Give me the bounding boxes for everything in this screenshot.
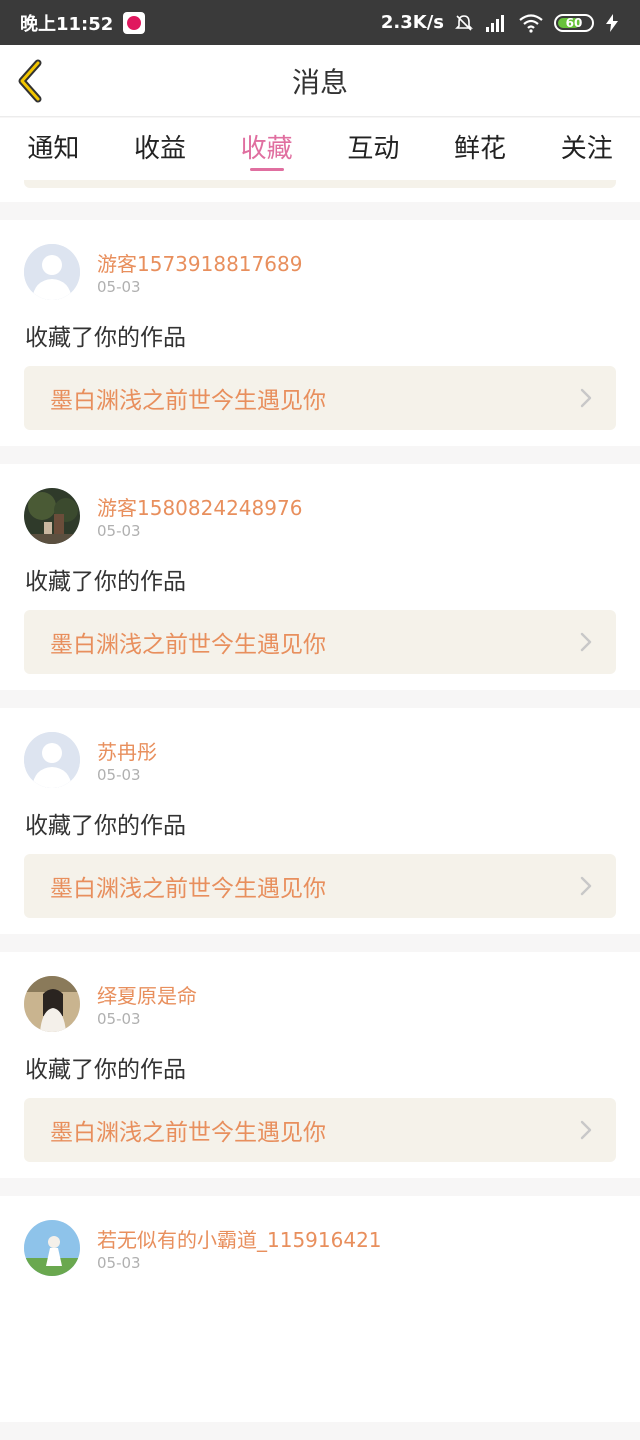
message-card: 游客1580824248976 05-03 收藏了你的作品 墨白渊浅之前世今生遇…: [0, 464, 640, 690]
message-date: 05-03: [97, 766, 141, 784]
message-card: 若无似有的小霸道_115916421 05-03: [0, 1196, 640, 1422]
battery-level: 60: [565, 15, 583, 30]
status-bar: 晚上11:52 2.3K/s 60: [0, 0, 640, 45]
back-arrow-icon[interactable]: [14, 59, 50, 103]
photo-avatar: [24, 976, 80, 1032]
message-list: 游客1573918817689 05-03 收藏了你的作品 墨白渊浅之前世今生遇…: [0, 220, 640, 1440]
tab-interactions[interactable]: 互动: [320, 118, 427, 165]
default-avatar-icon: [24, 732, 80, 788]
work-title: 墨白渊浅之前世今生遇见你: [50, 632, 326, 658]
work-link[interactable]: 墨白渊浅之前世今生遇见你: [24, 610, 616, 674]
work-title: 墨白渊浅之前世今生遇见你: [50, 388, 326, 414]
message-card: 绎夏原是命 05-03 收藏了你的作品 墨白渊浅之前世今生遇见你: [0, 952, 640, 1178]
network-speed: 2.3K/s: [380, 12, 444, 33]
work-link[interactable]: 墨白渊浅之前世今生遇见你: [24, 366, 616, 430]
tab-follows[interactable]: 关注: [533, 118, 640, 165]
tab-notifications[interactable]: 通知: [0, 118, 107, 165]
avatar[interactable]: [24, 1220, 80, 1276]
chevron-right-icon: [580, 1120, 592, 1140]
work-title: 墨白渊浅之前世今生遇见你: [50, 1120, 326, 1146]
app-notification-icon: [123, 11, 146, 34]
message-date: 05-03: [97, 1254, 141, 1272]
avatar[interactable]: [24, 976, 80, 1032]
message-date: 05-03: [97, 522, 141, 540]
work-title: 墨白渊浅之前世今生遇见你: [50, 876, 326, 902]
tab-earnings[interactable]: 收益: [107, 118, 214, 165]
status-time: 晚上11:52: [20, 13, 114, 35]
default-avatar-icon: [24, 244, 80, 300]
avatar[interactable]: [24, 488, 80, 544]
user-name[interactable]: 游客1573918817689: [97, 248, 302, 277]
message-text: 收藏了你的作品: [25, 1057, 186, 1083]
status-icons: 2.3K/s 60: [381, 12, 620, 33]
battery-icon: 60: [554, 13, 594, 32]
message-text: 收藏了你的作品: [25, 569, 186, 595]
user-name[interactable]: 若无似有的小霸道_115916421: [97, 1224, 382, 1253]
page-title: 消息: [291, 65, 348, 99]
tab-bar: 通知 收益 收藏 互动 鲜花 关注: [0, 118, 640, 180]
tab-flowers[interactable]: 鲜花: [427, 118, 534, 165]
user-name[interactable]: 游客1580824248976: [97, 492, 302, 521]
partial-card: [0, 180, 640, 202]
photo-avatar: [24, 488, 80, 544]
charging-icon: [606, 13, 618, 32]
message-date: 05-03: [97, 1010, 141, 1028]
chevron-right-icon: [580, 876, 592, 896]
message-card: 游客1573918817689 05-03 收藏了你的作品 墨白渊浅之前世今生遇…: [0, 220, 640, 446]
message-text: 收藏了你的作品: [25, 813, 186, 839]
top-nav: 消息: [0, 45, 640, 117]
wifi-icon: [519, 13, 543, 33]
avatar[interactable]: [24, 244, 80, 300]
user-name[interactable]: 苏冉彤: [97, 736, 157, 765]
chevron-right-icon: [580, 388, 592, 408]
tab-favorites[interactable]: 收藏: [213, 118, 320, 165]
message-text: 收藏了你的作品: [25, 325, 186, 351]
signal-icon: [486, 14, 504, 32]
bell-muted-icon: [455, 14, 473, 31]
photo-avatar: [24, 1220, 80, 1276]
user-name[interactable]: 绎夏原是命: [97, 980, 197, 1009]
message-date: 05-03: [97, 278, 141, 296]
avatar[interactable]: [24, 732, 80, 788]
chevron-right-icon: [580, 632, 592, 652]
work-link[interactable]: 墨白渊浅之前世今生遇见你: [24, 854, 616, 918]
work-link[interactable]: 墨白渊浅之前世今生遇见你: [24, 1098, 616, 1162]
message-card: 苏冉彤 05-03 收藏了你的作品 墨白渊浅之前世今生遇见你: [0, 708, 640, 934]
